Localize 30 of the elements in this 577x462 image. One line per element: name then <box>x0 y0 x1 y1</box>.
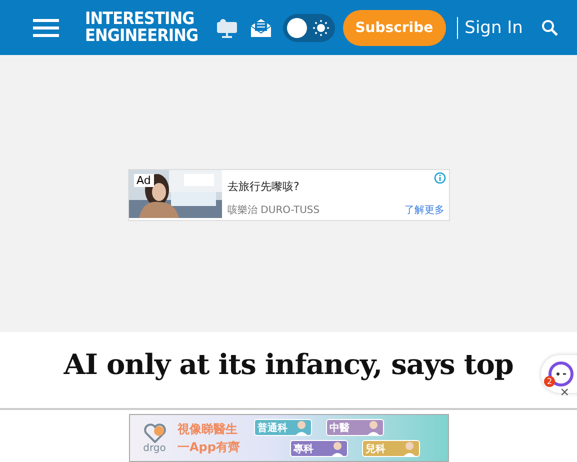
info-icon[interactable] <box>434 172 446 184</box>
heart-logo-icon <box>144 422 166 442</box>
search-icon[interactable] <box>540 18 559 36</box>
subscribe-button[interactable]: Subscribe <box>342 10 446 46</box>
doctor-figure-icon <box>294 420 308 436</box>
sun-icon <box>312 20 329 36</box>
brand-name: drgo <box>143 442 166 454</box>
specialty-tag: 普通科 <box>254 419 312 436</box>
article-headline: AI only at its infancy, says top <box>62 347 514 383</box>
ad-banner[interactable]: drgo 視像睇醫生 一App有齊 普通科 中醫 專科 兒科 <box>128 414 448 462</box>
ad-slogan: 一App有齊 <box>178 439 241 456</box>
learn-more-link[interactable]: 了解更多 <box>404 203 444 217</box>
doctor-figure-icon <box>402 440 416 456</box>
specialty-tag: 專科 <box>290 440 348 457</box>
advertiser-name: 咳樂治 DURO-TUSS <box>228 204 320 217</box>
ad-title: 去旅行先嚟咳? <box>228 179 300 194</box>
ad-label: Ad <box>134 174 154 187</box>
menu-icon[interactable] <box>33 18 59 38</box>
doctor-figure-icon <box>366 420 380 436</box>
logo[interactable]: INTERESTING ENGINEERING <box>85 10 198 44</box>
doctor-figure-icon <box>330 440 344 456</box>
ad-banner[interactable]: Ad 去旅行先嚟咳? 咳樂治 DURO-TUSS 了解更多 <box>128 169 450 221</box>
specialty-tag: 中醫 <box>326 419 384 436</box>
theme-toggle[interactable] <box>282 14 335 42</box>
newsletter-icon[interactable] <box>248 16 273 38</box>
notification-badge: 2 <box>544 376 555 387</box>
ad-slogan: 視像睇醫生 <box>178 421 238 438</box>
podcast-screen-icon[interactable] <box>214 16 239 38</box>
sign-in-link[interactable]: Sign In <box>464 18 523 38</box>
specialty-tag: 兒科 <box>362 440 420 457</box>
